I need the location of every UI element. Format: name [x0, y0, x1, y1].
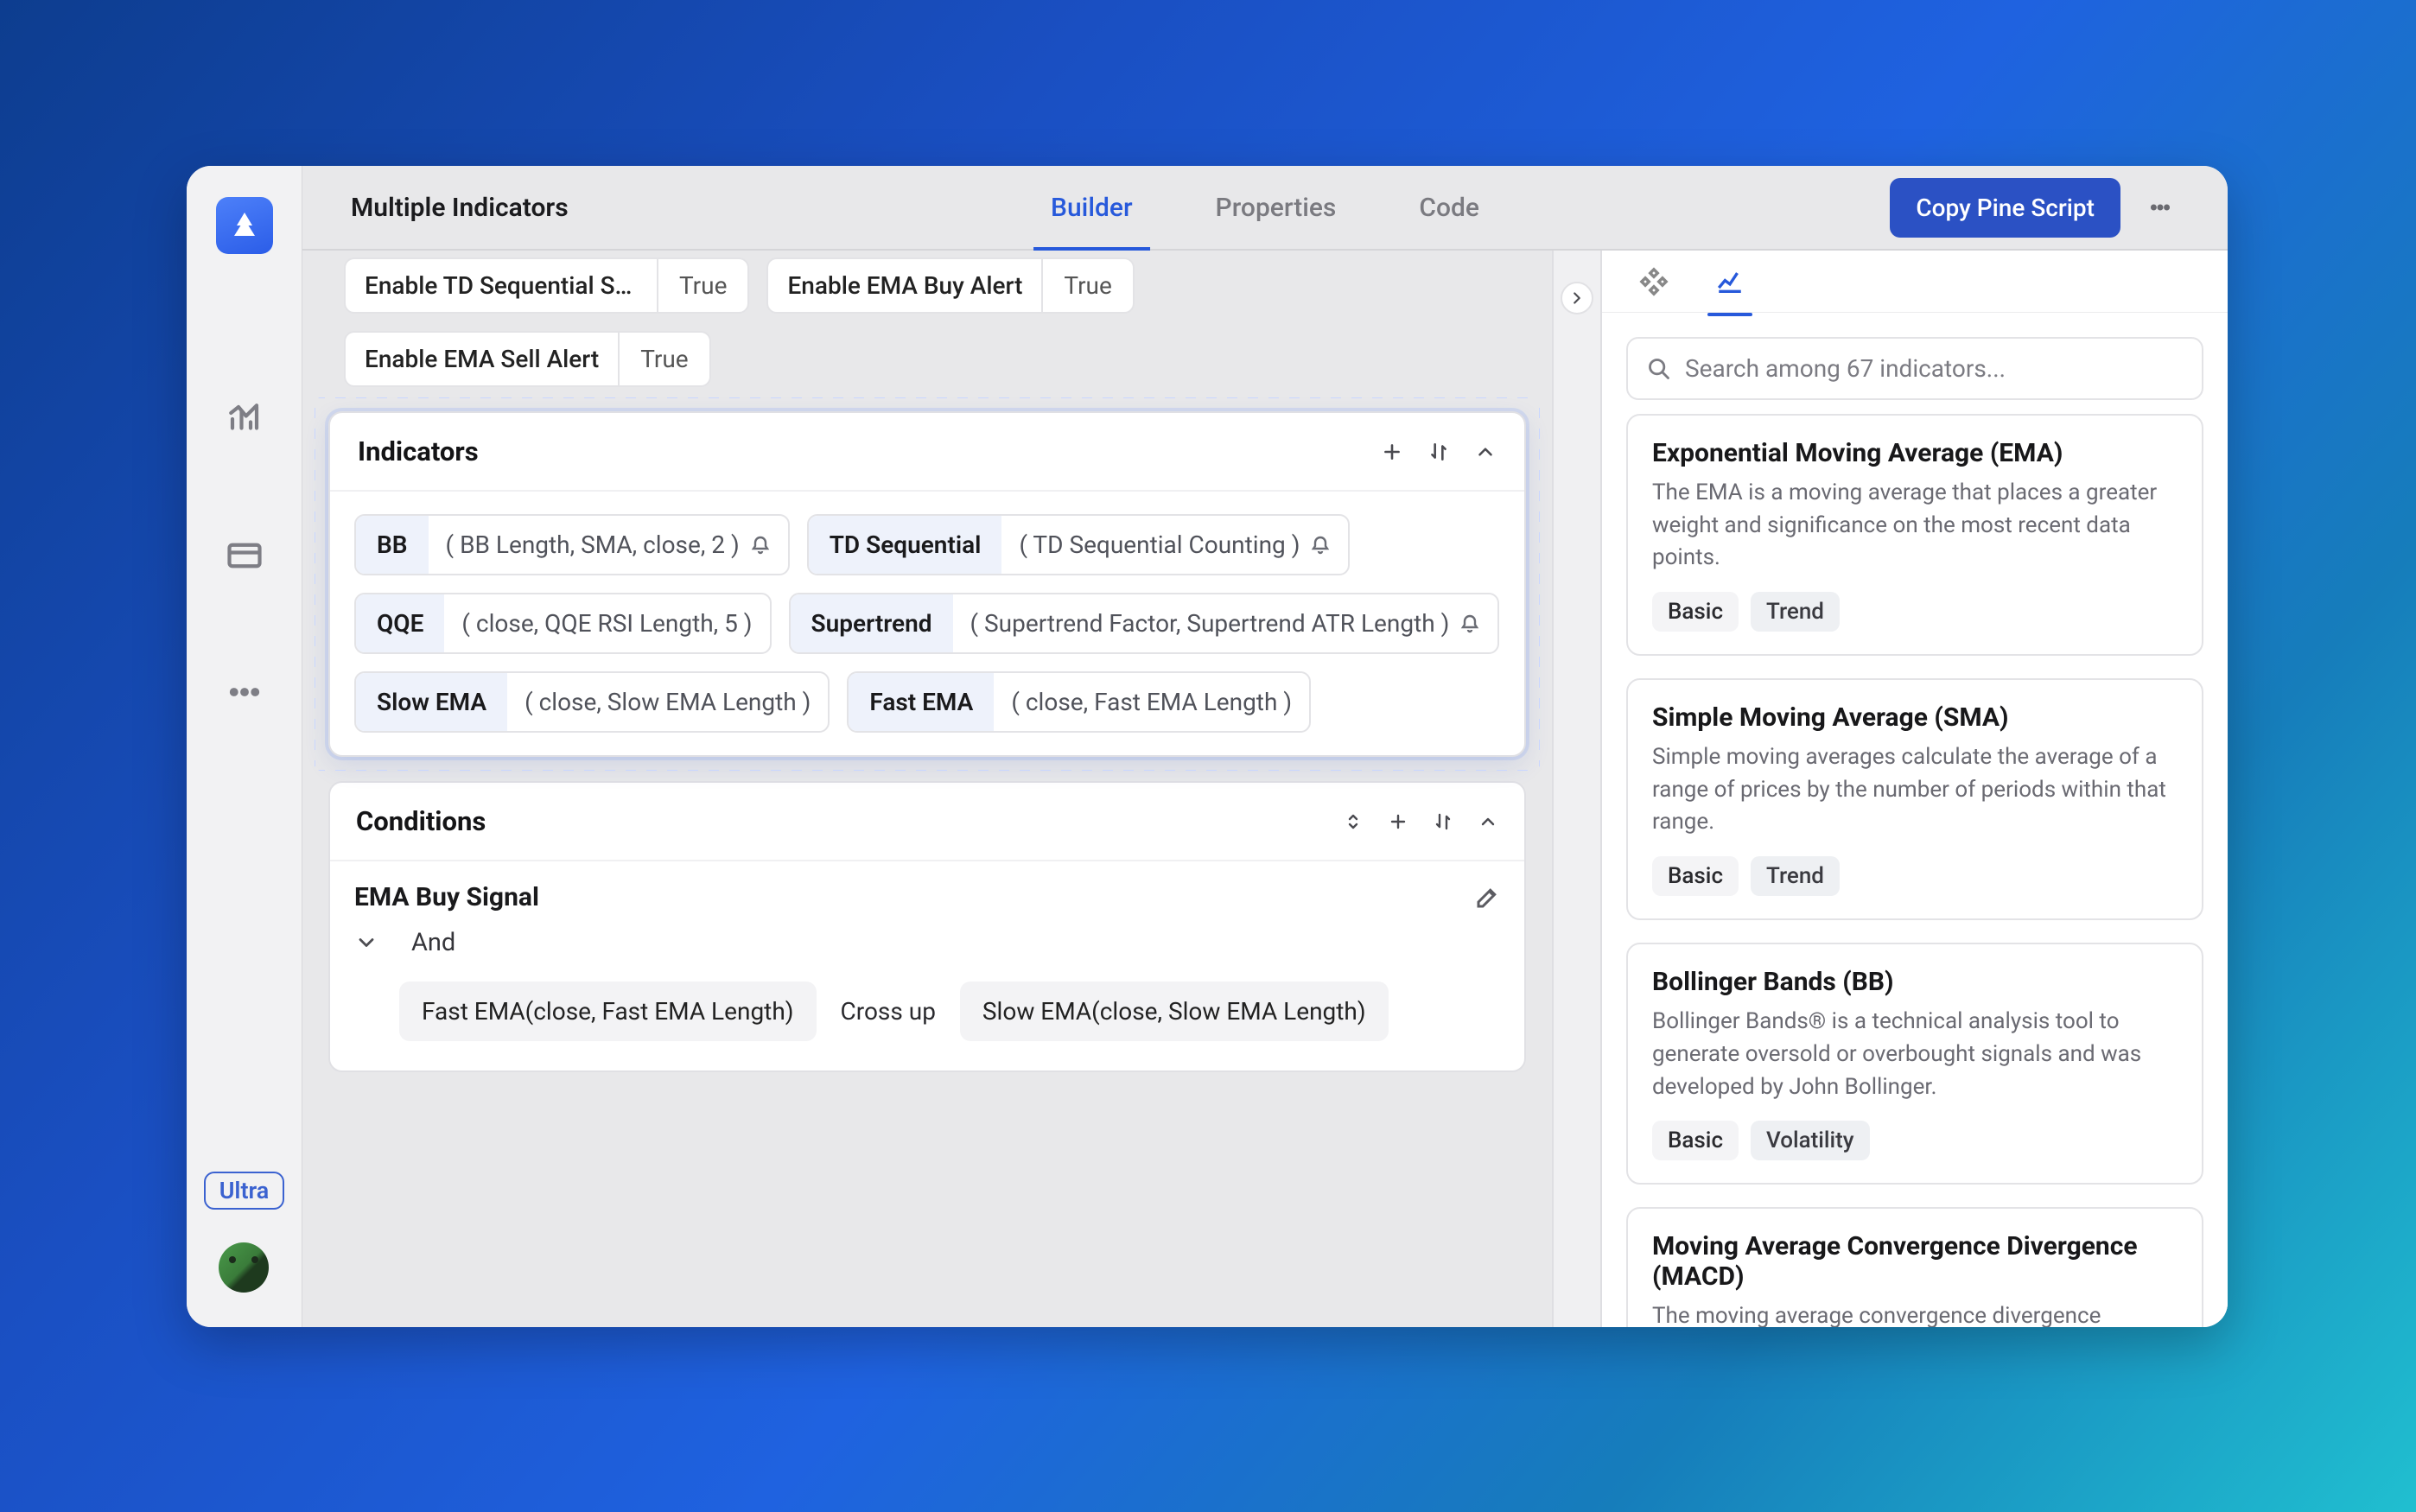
diamond-grid-icon — [1639, 267, 1669, 296]
indicator-chip[interactable]: BB( BB Length, SMA, close, 2 ) — [354, 514, 790, 575]
alerts-row: Enable TD Sequential Sel...True Enable E… — [328, 251, 1526, 411]
indicator-chip[interactable]: TD Sequential( TD Sequential Counting ) — [807, 514, 1351, 575]
main-column: Multiple Indicators Builder Properties C… — [302, 166, 2228, 1327]
indicator-chip-list: BB( BB Length, SMA, close, 2 ) TD Sequen… — [330, 492, 1524, 755]
tree-icon — [229, 210, 260, 241]
bell-icon — [1310, 535, 1331, 556]
side-tab-indicators[interactable] — [1713, 264, 1747, 299]
content-area: Enable TD Sequential Sel...True Enable E… — [302, 251, 2228, 1327]
bell-icon — [1459, 613, 1480, 634]
tag: Basic — [1652, 1121, 1739, 1160]
tag: Volatility — [1751, 1121, 1870, 1160]
sidebar-item-billing[interactable] — [226, 537, 263, 574]
indicator-chip[interactable]: QQE( close, QQE RSI Length, 5 ) — [354, 593, 772, 654]
bell-icon — [750, 535, 771, 556]
copy-pine-script-button[interactable]: Copy Pine Script — [1890, 178, 2120, 238]
tag: Trend — [1751, 856, 1840, 896]
sidebar-item-analytics[interactable] — [226, 401, 263, 437]
sort-icon[interactable] — [1427, 441, 1450, 463]
ellipsis-icon — [2149, 196, 2171, 219]
conditions-title: Conditions — [356, 805, 486, 837]
chevron-up-icon[interactable] — [1478, 811, 1498, 832]
search-box[interactable] — [1626, 337, 2203, 400]
logic-operator: And — [411, 928, 455, 957]
alert-chip[interactable]: Enable EMA Sell AlertTrue — [344, 331, 711, 387]
indicator-list-item[interactable]: Moving Average Convergence Divergence (M… — [1626, 1207, 2203, 1327]
expand-icon[interactable] — [1343, 811, 1364, 832]
tag: Basic — [1652, 856, 1739, 896]
app-window: Ultra Multiple Indicators Builder Proper… — [187, 166, 2228, 1327]
indicator-list: Exponential Moving Average (EMA) The EMA… — [1602, 414, 2228, 1327]
chevron-right-icon — [1567, 289, 1586, 308]
topbar: Multiple Indicators Builder Properties C… — [302, 166, 2228, 251]
expression-right[interactable]: Slow EMA(close, Slow EMA Length) — [960, 982, 1389, 1041]
indicators-card: Indicators BB( BB Length, SMA, close, 2 … — [328, 411, 1526, 757]
tab-group: Builder Properties Code — [1044, 166, 1486, 251]
search-input[interactable] — [1685, 354, 2183, 383]
indicator-list-item[interactable]: Bollinger Bands (BB) Bollinger Bands® is… — [1626, 943, 2203, 1185]
sort-icon[interactable] — [1433, 811, 1453, 832]
credit-card-icon — [226, 537, 263, 574]
expression-left[interactable]: Fast EMA(close, Fast EMA Length) — [399, 982, 817, 1041]
collapse-side-panel-button[interactable] — [1561, 282, 1593, 314]
tab-code[interactable]: Code — [1412, 166, 1486, 251]
alert-chip[interactable]: Enable EMA Buy AlertTrue — [766, 257, 1134, 314]
tag: Trend — [1751, 592, 1840, 632]
expression-operator: Cross up — [841, 997, 936, 1026]
tab-builder[interactable]: Builder — [1044, 166, 1140, 251]
bar-chart-icon — [226, 401, 263, 437]
builder-panel: Enable TD Sequential Sel...True Enable E… — [302, 251, 1552, 1327]
line-chart-icon — [1715, 267, 1745, 296]
indicator-chip[interactable]: Supertrend( Supertrend Factor, Supertren… — [789, 593, 1500, 654]
plus-icon[interactable] — [1388, 811, 1408, 832]
indicators-title: Indicators — [358, 435, 479, 467]
panel-divider — [1552, 251, 1602, 1327]
search-icon — [1647, 357, 1671, 381]
user-avatar[interactable] — [219, 1242, 269, 1293]
conditions-card: Conditions EMA Buy Signal — [328, 781, 1526, 1072]
tag: Basic — [1652, 592, 1739, 632]
plan-badge[interactable]: Ultra — [204, 1172, 285, 1210]
page-title: Multiple Indicators — [351, 193, 569, 223]
chevron-up-icon[interactable] — [1474, 441, 1497, 463]
side-tab-components[interactable] — [1637, 264, 1671, 299]
app-logo[interactable] — [216, 197, 273, 254]
edit-icon[interactable] — [1474, 885, 1500, 911]
tab-properties[interactable]: Properties — [1209, 166, 1344, 251]
sidebar-item-more[interactable] — [226, 674, 263, 710]
ellipsis-icon — [226, 674, 263, 710]
chevron-down-icon[interactable] — [354, 931, 378, 955]
plus-icon[interactable] — [1381, 441, 1403, 463]
indicator-browser-panel: Exponential Moving Average (EMA) The EMA… — [1602, 251, 2228, 1327]
alert-chip[interactable]: Enable TD Sequential Sel...True — [344, 257, 749, 314]
more-actions-button[interactable] — [2141, 188, 2179, 226]
indicator-chip[interactable]: Fast EMA( close, Fast EMA Length ) — [847, 671, 1311, 733]
left-sidebar: Ultra — [187, 166, 302, 1327]
signal-name: EMA Buy Signal — [354, 882, 539, 912]
indicator-list-item[interactable]: Simple Moving Average (SMA) Simple movin… — [1626, 678, 2203, 920]
indicator-chip[interactable]: Slow EMA( close, Slow EMA Length ) — [354, 671, 830, 733]
indicator-list-item[interactable]: Exponential Moving Average (EMA) The EMA… — [1626, 414, 2203, 656]
